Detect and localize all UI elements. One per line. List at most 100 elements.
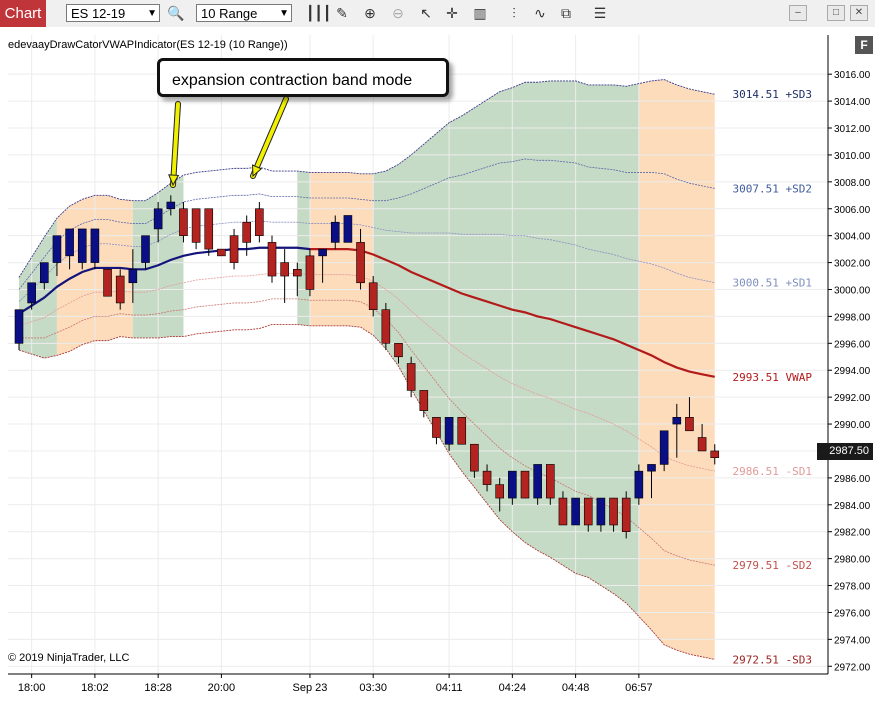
down-candle — [115, 275, 125, 304]
chart-toolbar: Chart ES 12-19 ▼ 🔍 10 Range ▼ ┃┃┃ ✎ ⊕ ⊖ ↖ … — [0, 0, 875, 28]
down-candle — [179, 208, 188, 236]
contraction-region — [638, 79, 715, 660]
up-candle — [128, 269, 138, 284]
price-tick-label: 2982.00 — [834, 528, 871, 539]
up-candle — [659, 430, 669, 465]
strategy-icon[interactable]: ⧉ — [556, 4, 576, 22]
price-tick-label: 2984.00 — [834, 501, 871, 512]
level-label: 3000.51 +SD1 — [733, 277, 812, 290]
down-candle — [621, 497, 631, 533]
price-tick-label: 3010.00 — [834, 151, 871, 162]
down-candle — [583, 497, 593, 526]
up-candle — [330, 221, 340, 243]
up-candle — [27, 282, 36, 304]
down-candle — [406, 363, 416, 391]
up-candle — [571, 497, 580, 526]
bars-icon[interactable]: ▥ — [470, 4, 490, 22]
up-candle — [672, 417, 682, 425]
down-candle — [419, 390, 429, 411]
down-candle — [103, 269, 112, 297]
level-label: 3014.51 +SD3 — [733, 88, 812, 101]
up-candle — [90, 228, 100, 263]
price-tick-label: 3004.00 — [834, 232, 871, 243]
search-icon[interactable]: 🔍 — [166, 4, 186, 22]
up-candle — [634, 470, 644, 499]
up-candle — [141, 235, 150, 263]
down-candle — [292, 269, 302, 277]
down-candle — [305, 255, 315, 290]
minimize-icon[interactable]: – — [789, 5, 807, 21]
bar-style-icon[interactable]: ┃┃┃ — [306, 4, 331, 22]
down-candle — [267, 242, 277, 277]
price-tick-label: 3000.00 — [834, 285, 871, 296]
price-tick-label: 2990.00 — [834, 420, 871, 431]
down-candle — [368, 282, 378, 310]
down-candle — [381, 309, 391, 344]
price-tick-label: 3006.00 — [834, 205, 871, 216]
up-candle — [166, 201, 176, 210]
time-tick-label: 06:57 — [625, 682, 653, 694]
instrument-select[interactable]: ES 12-19 ▼ — [66, 4, 160, 22]
instrument-value: ES 12-19 — [71, 6, 126, 21]
down-candle — [432, 417, 441, 438]
time-tick-label: 04:48 — [562, 682, 590, 694]
close-icon[interactable]: ✕ — [850, 5, 868, 21]
chart-tab[interactable]: Chart — [0, 0, 46, 27]
time-tick-label: 20:00 — [208, 682, 236, 694]
down-candle — [394, 343, 403, 358]
time-tick-label: 04:24 — [499, 682, 527, 694]
strategy-icon[interactable]: ⫶ — [504, 4, 524, 22]
down-candle — [356, 242, 365, 284]
price-tick-label: 2986.00 — [834, 474, 871, 485]
down-candle — [280, 262, 289, 277]
bar-type-select[interactable]: 10 Range ▼ — [196, 4, 292, 22]
properties-icon[interactable]: ☰ — [590, 4, 610, 22]
down-candle — [470, 443, 479, 472]
price-tick-label: 3016.00 — [834, 70, 871, 81]
up-candle — [39, 262, 49, 284]
price-tick-label: 3014.00 — [834, 97, 871, 108]
level-label: 2979.51 -SD2 — [733, 559, 812, 572]
down-candle — [520, 470, 530, 499]
down-candle — [495, 484, 505, 499]
zoom-out-icon[interactable]: ⊖ — [388, 4, 408, 22]
time-tick-label: 18:28 — [144, 682, 172, 694]
down-candle — [217, 248, 226, 257]
annotation-callout: expansion contraction band mode — [157, 58, 449, 97]
price-tick-label: 2978.00 — [834, 582, 871, 593]
price-tick-label: 2976.00 — [834, 608, 871, 619]
pointer-icon[interactable]: ↖ — [416, 4, 436, 22]
time-tick-label: 03:30 — [359, 682, 387, 694]
price-tick-label: 2994.00 — [834, 366, 871, 377]
down-candle — [710, 450, 720, 458]
maximize-icon[interactable]: □ — [827, 5, 845, 21]
level-label: 3007.51 +SD2 — [733, 182, 812, 195]
crosshair-icon[interactable]: ✛ — [442, 4, 462, 22]
up-candle — [77, 228, 87, 263]
price-tick-label: 3008.00 — [834, 178, 871, 189]
up-candle — [343, 215, 353, 243]
up-candle — [508, 470, 517, 499]
chevron-down-icon: ▼ — [147, 8, 157, 19]
up-candle — [14, 309, 24, 344]
panel-button[interactable]: F — [855, 36, 873, 54]
up-candle — [65, 228, 74, 257]
chevron-down-icon: ▼ — [279, 8, 289, 19]
draw-tool-icon[interactable]: ✎ — [332, 4, 352, 22]
time-tick-label: 18:00 — [18, 682, 46, 694]
up-candle — [444, 417, 454, 445]
bar-type-value: 10 Range — [201, 6, 258, 21]
last-price-marker: 2987.50 — [817, 443, 873, 460]
indicator-icon[interactable]: ∿ — [530, 4, 550, 22]
price-tick-label: 2974.00 — [834, 635, 871, 646]
down-candle — [204, 208, 214, 250]
price-chart[interactable]: 3014.51 +SD3 3007.51 +SD2 3000.51 +SD1 2993… — [0, 27, 875, 703]
down-candle — [191, 208, 201, 243]
zoom-in-icon[interactable]: ⊕ — [360, 4, 380, 22]
level-label: 2972.51 -SD3 — [733, 653, 812, 666]
down-candle — [685, 417, 694, 432]
price-tick-label: 2980.00 — [834, 555, 871, 566]
up-candle — [318, 248, 327, 257]
price-tick-label: 3012.00 — [834, 124, 871, 135]
level-label: 2986.51 -SD1 — [733, 465, 812, 478]
